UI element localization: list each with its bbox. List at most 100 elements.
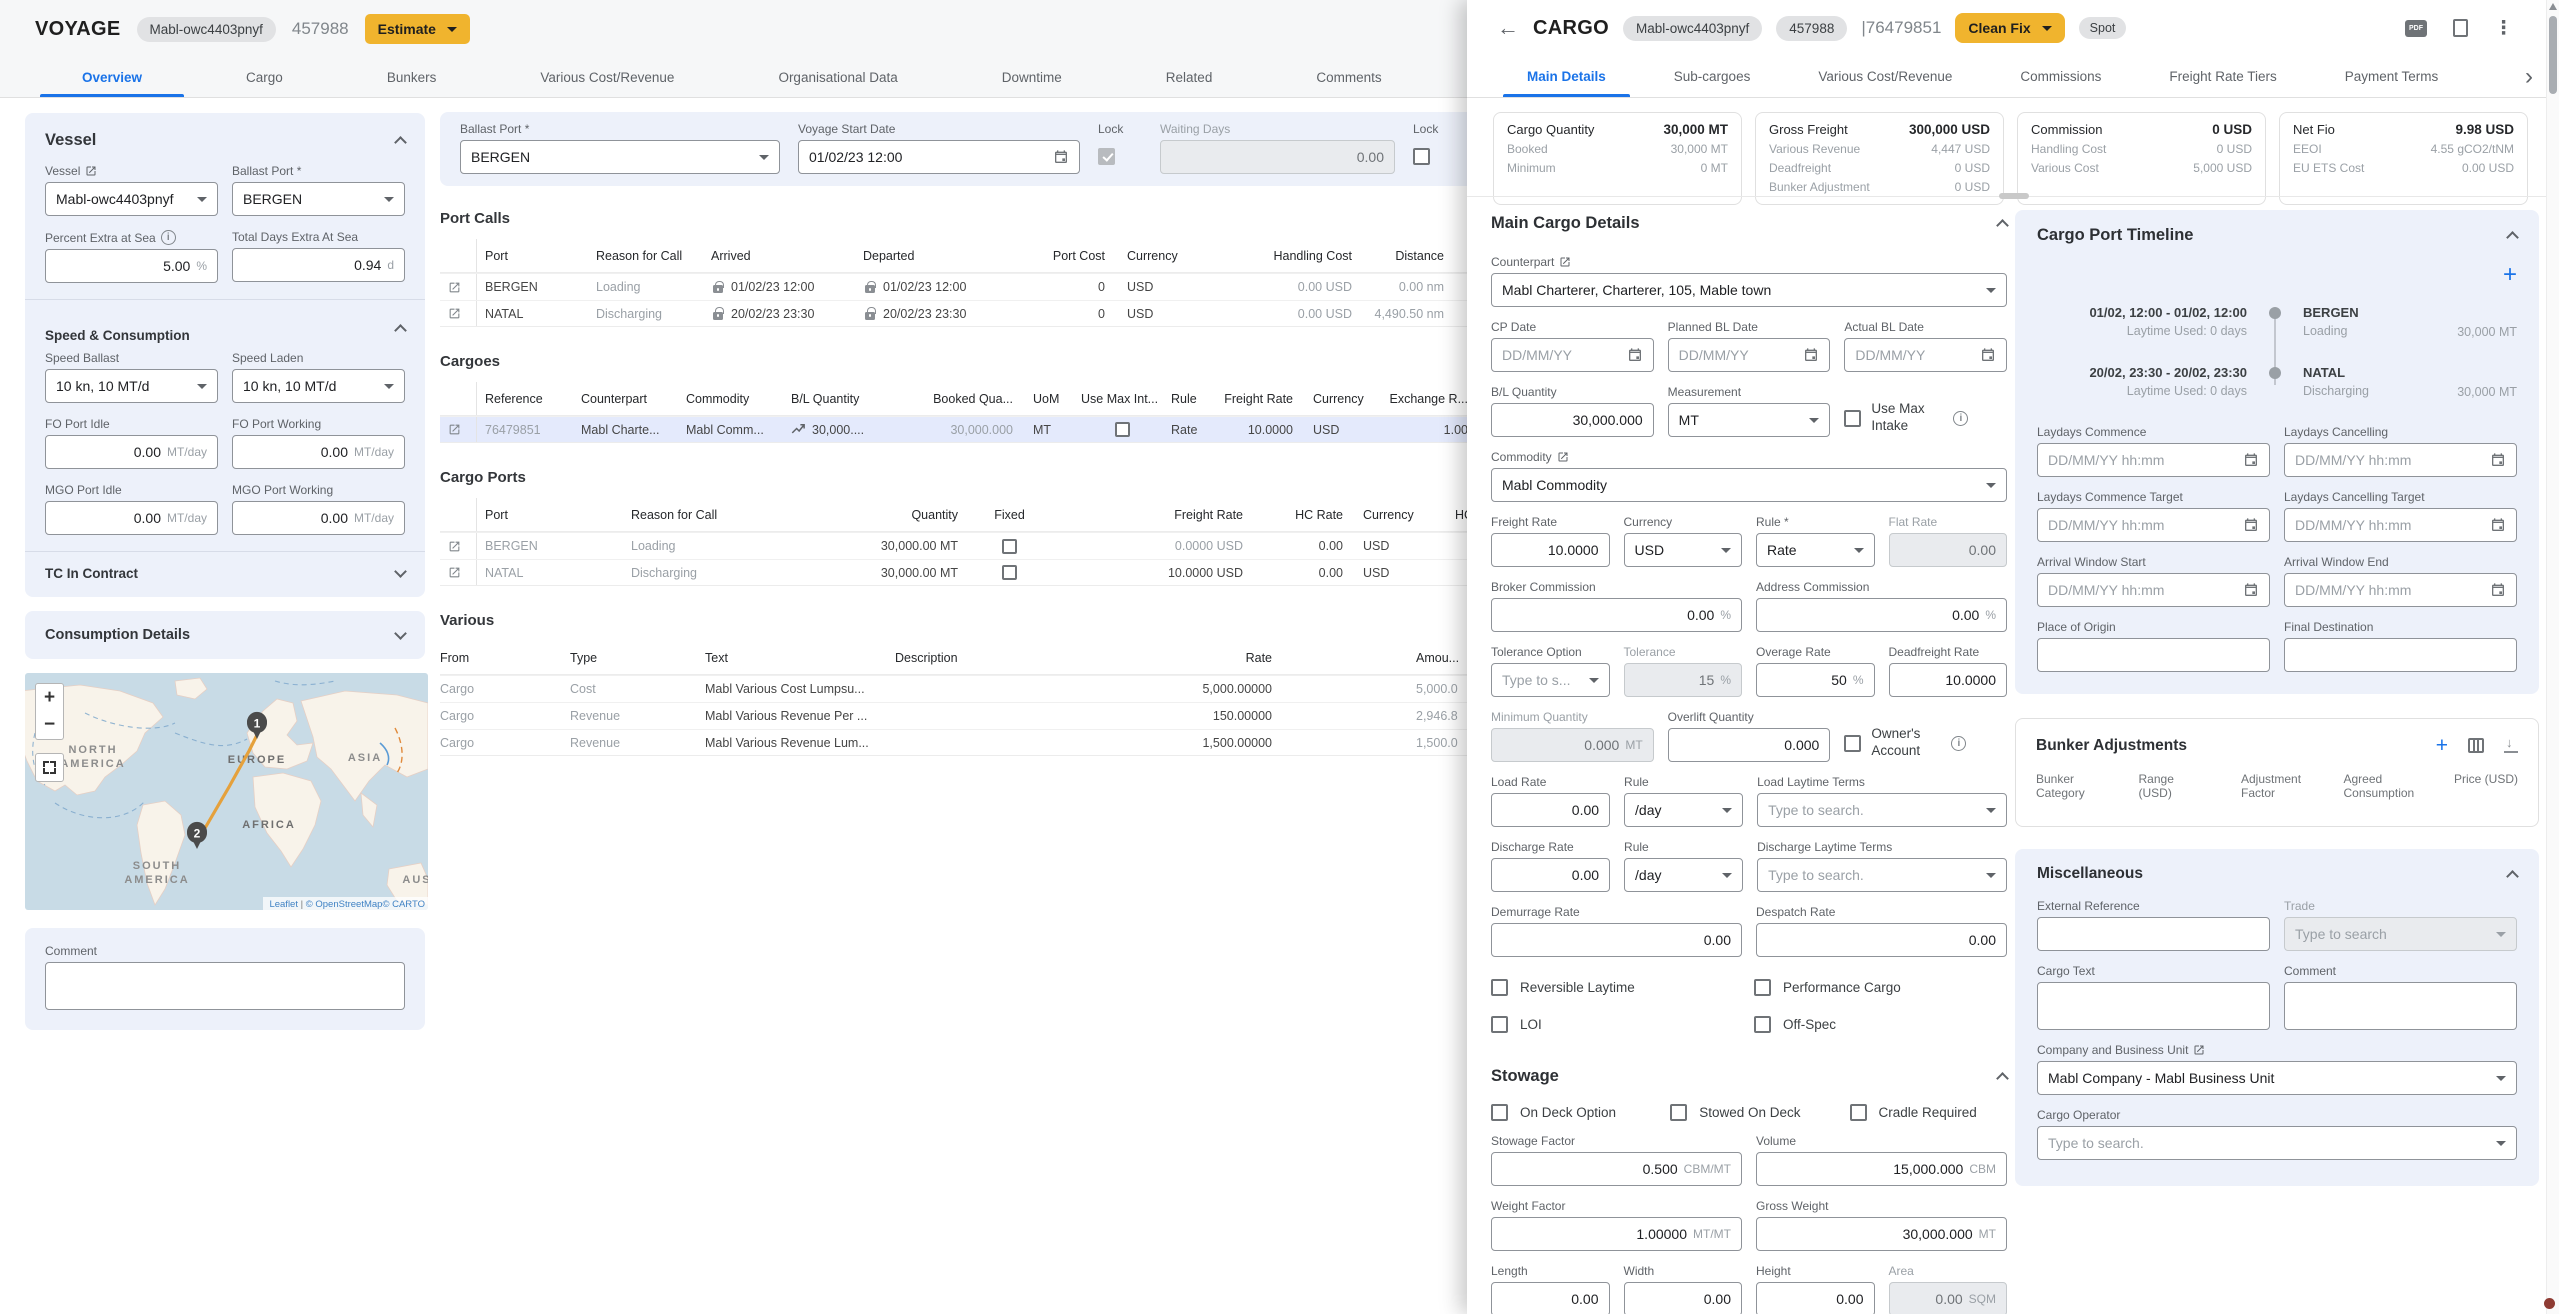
off-spec-checkbox[interactable] (1754, 1016, 1771, 1033)
laydays-cancelling-target-input[interactable]: DD/MM/YY hh:mm (2284, 508, 2517, 542)
freight-rate-input[interactable]: 10.0000 (1491, 533, 1610, 567)
speed-laden-select[interactable]: 10 kn, 10 MT/d (232, 369, 405, 403)
info-icon[interactable] (1953, 411, 1968, 426)
open-in-new-icon[interactable] (1557, 451, 1569, 463)
columns-icon[interactable] (2468, 738, 2484, 753)
tab-main-details[interactable]: Main Details (1493, 56, 1640, 97)
download-icon[interactable] (2504, 738, 2518, 753)
external-reference-input[interactable] (2037, 917, 2270, 951)
use-max-intake-checkbox[interactable] (1115, 422, 1130, 437)
collapse-icon[interactable] (1996, 1072, 2009, 1085)
ballast-port-select[interactable]: BERGEN (232, 182, 405, 216)
tab-freight-rate-tiers[interactable]: Freight Rate Tiers (2135, 56, 2310, 97)
info-icon[interactable] (161, 230, 176, 245)
map-zoom-out-button[interactable]: − (35, 711, 64, 740)
owners-account-checkbox[interactable] (1844, 735, 1861, 752)
calendar-icon[interactable] (2243, 517, 2259, 533)
collapse-icon[interactable] (394, 136, 407, 149)
table-row-selected[interactable]: 76479851 Mabl Charte... Mabl Comm... 30,… (440, 416, 1480, 443)
minimum-quantity-input[interactable]: 0.000MT (1491, 728, 1654, 762)
calendar-icon[interactable] (1627, 347, 1643, 363)
voyage-comment-textarea[interactable] (45, 962, 405, 1010)
actual-bl-date-input[interactable]: DD/MM/YY (1844, 338, 2007, 372)
discharge-laytime-terms-select[interactable]: Type to search. (1757, 858, 2007, 892)
height-input[interactable]: 0.00 (1756, 1282, 1875, 1314)
more-tabs-icon[interactable] (2525, 63, 2533, 91)
fo-port-idle-input[interactable]: 0.00MT/day (45, 435, 218, 469)
vessel-select[interactable]: Mabl-owc4403pnyf (45, 182, 218, 216)
planned-bl-date-input[interactable]: DD/MM/YY (1668, 338, 1831, 372)
table-row[interactable]: Cargo Revenue Mabl Various Revenue Lum..… (440, 729, 1480, 756)
cargo-text-textarea[interactable] (2037, 982, 2270, 1030)
counterpart-select[interactable]: Mabl Charterer, Charterer, 105, Mable to… (1491, 273, 2007, 307)
add-bunker-adjustment-button[interactable] (2436, 735, 2448, 756)
use-max-intake-checkbox[interactable] (1844, 410, 1861, 427)
info-icon[interactable] (1951, 736, 1966, 751)
flat-rate-input[interactable]: 0.00 (1889, 533, 2008, 567)
tab-cargo[interactable]: Cargo (194, 58, 335, 97)
resize-handle[interactable] (1999, 193, 2029, 199)
overage-rate-input[interactable]: 50% (1756, 663, 1875, 697)
calendar-icon[interactable] (2490, 452, 2506, 468)
tab-overview[interactable]: Overview (30, 58, 194, 97)
tab-downtime[interactable]: Downtime (950, 58, 1114, 97)
overlift-quantity-input[interactable]: 0.000 (1668, 728, 1831, 762)
scroll-up-icon[interactable] (2549, 3, 2557, 10)
tc-in-contract-section[interactable]: TC In Contract (45, 552, 405, 597)
laydays-cancelling-input[interactable]: DD/MM/YY hh:mm (2284, 443, 2517, 477)
tab-various-cost-revenue[interactable]: Various Cost/Revenue (1784, 56, 1986, 97)
address-commission-input[interactable]: 0.00% (1756, 598, 2007, 632)
currency-select[interactable]: USD (1624, 533, 1743, 567)
tab-bunkers[interactable]: Bunkers (335, 58, 489, 97)
on-deck-option-checkbox[interactable] (1491, 1104, 1508, 1121)
loi-checkbox[interactable] (1491, 1016, 1508, 1033)
tab-payment-terms[interactable]: Payment Terms (2311, 56, 2473, 97)
stowed-on-deck-checkbox[interactable] (1670, 1104, 1687, 1121)
calendar-icon[interactable] (1803, 347, 1819, 363)
open-in-new-icon[interactable] (448, 281, 461, 294)
discharge-rule-select[interactable]: /day (1624, 858, 1743, 892)
open-in-new-icon[interactable] (448, 423, 461, 436)
open-in-new-icon[interactable] (448, 566, 461, 579)
length-input[interactable]: 0.00 (1491, 1282, 1610, 1314)
open-in-new-icon[interactable] (2193, 1044, 2205, 1056)
tab-related[interactable]: Related (1114, 58, 1265, 97)
open-in-new-icon[interactable] (448, 540, 461, 553)
vertical-scrollbar[interactable] (2546, 0, 2559, 1314)
waiting-days-input[interactable]: 0.00 (1160, 140, 1395, 174)
place-of-origin-input[interactable] (2037, 638, 2270, 672)
collapse-icon[interactable] (2506, 231, 2519, 244)
open-in-new-icon[interactable] (1559, 256, 1571, 268)
map-zoom-in-button[interactable]: + (35, 683, 64, 712)
tolerance-input[interactable]: 15% (1624, 663, 1743, 697)
clean-fix-status-button[interactable]: Clean Fix (1955, 13, 2064, 43)
trade-select[interactable]: Type to search (2284, 917, 2517, 951)
kebab-menu-icon[interactable] (2494, 17, 2513, 40)
lock-checkbox[interactable] (1413, 148, 1430, 165)
stowage-factor-input[interactable]: 0.500CBM/MT (1491, 1152, 1742, 1186)
discharge-rate-input[interactable]: 0.00 (1491, 858, 1610, 892)
calendar-icon[interactable] (2243, 582, 2259, 598)
add-timeline-entry-button[interactable] (2503, 263, 2517, 287)
laydays-commence-input[interactable]: DD/MM/YY hh:mm (2037, 443, 2270, 477)
fixed-checkbox[interactable] (1002, 539, 1017, 554)
tab-organisational-data[interactable]: Organisational Data (726, 58, 949, 97)
export-pdf-icon[interactable] (2405, 20, 2427, 37)
width-input[interactable]: 0.00 (1624, 1282, 1743, 1314)
commodity-select[interactable]: Mabl Commodity (1491, 468, 2007, 502)
volume-input[interactable]: 15,000.000CBM (1756, 1152, 2007, 1186)
comment-textarea[interactable] (2284, 982, 2517, 1030)
reversible-laytime-checkbox[interactable] (1491, 979, 1508, 996)
total-days-input[interactable]: 0.94d (232, 248, 405, 282)
tab-commissions[interactable]: Commissions (1986, 56, 2135, 97)
load-rule-select[interactable]: /day (1624, 793, 1743, 827)
calendar-icon[interactable] (2490, 517, 2506, 533)
arrival-window-start-input[interactable]: DD/MM/YY hh:mm (2037, 573, 2270, 607)
ballast-port-select[interactable]: BERGEN (460, 140, 780, 174)
calendar-icon[interactable] (2243, 452, 2259, 468)
weight-factor-input[interactable]: 1.00000MT/MT (1491, 1217, 1742, 1251)
collapse-icon[interactable] (2506, 870, 2519, 883)
mgo-port-working-input[interactable]: 0.00MT/day (232, 501, 405, 535)
map-fullscreen-button[interactable] (35, 753, 64, 782)
collapse-icon[interactable] (1996, 219, 2009, 232)
